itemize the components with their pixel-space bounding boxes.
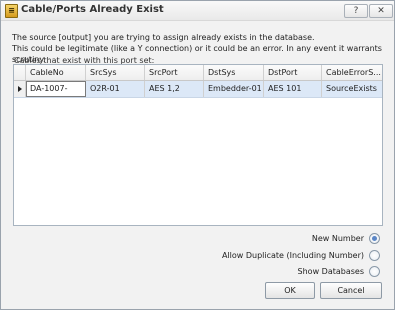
cables-grid[interactable]: CableNo SrcSys SrcPort DstSys DstPort Ca… bbox=[13, 64, 383, 226]
column-header-srcsys[interactable]: SrcSys bbox=[86, 65, 145, 80]
message-line-1: The source [output] you are trying to as… bbox=[12, 33, 315, 42]
cell-srcport[interactable]: AES 1,2 bbox=[145, 81, 204, 97]
radio-new-number[interactable] bbox=[369, 232, 380, 244]
column-header-cableerrorstatus[interactable]: CableErrorS... bbox=[322, 65, 382, 80]
header-row-indicator bbox=[14, 65, 26, 80]
option-allow-duplicate-label: Allow Duplicate (Including Number) bbox=[221, 250, 364, 260]
cell-dstport[interactable]: AES 101 bbox=[264, 81, 322, 97]
table-row[interactable]: DA-1007- O2R-01 AES 1,2 Embedder-01 AES … bbox=[14, 81, 382, 98]
app-icon: ≡ bbox=[5, 4, 18, 18]
cancel-button[interactable]: Cancel bbox=[320, 282, 382, 299]
current-row-arrow-icon bbox=[18, 86, 22, 92]
column-header-cableno[interactable]: CableNo bbox=[26, 65, 86, 80]
cell-cableno-editor[interactable]: DA-1007- bbox=[26, 81, 86, 97]
option-allow-duplicate[interactable]: Allow Duplicate (Including Number) bbox=[222, 249, 380, 261]
column-header-srcport[interactable]: SrcPort bbox=[145, 65, 204, 80]
cell-srcsys[interactable]: O2R-01 bbox=[86, 81, 145, 97]
dialog-window: ≡ Cable/Ports Already Exist ? ✕ The sour… bbox=[0, 0, 395, 310]
column-header-dstport[interactable]: DstPort bbox=[264, 65, 322, 80]
close-button[interactable]: ✕ bbox=[369, 4, 393, 18]
radio-show-databases[interactable] bbox=[369, 265, 380, 277]
grid-header: CableNo SrcSys SrcPort DstSys DstPort Ca… bbox=[14, 65, 382, 81]
option-new-number-label: New Number bbox=[311, 233, 364, 243]
dialog-title: Cable/Ports Already Exist bbox=[21, 4, 164, 15]
cell-cableerrorstatus[interactable]: SourceExists bbox=[322, 81, 382, 97]
option-show-databases-label: Show Databases bbox=[297, 266, 364, 276]
cell-dstsys[interactable]: Embedder-01 bbox=[204, 81, 264, 97]
ok-button[interactable]: OK bbox=[265, 282, 315, 299]
title-bar[interactable]: ≡ Cable/Ports Already Exist ? ✕ bbox=[1, 1, 394, 21]
column-header-dstsys[interactable]: DstSys bbox=[204, 65, 264, 80]
radio-allow-duplicate[interactable] bbox=[369, 249, 380, 261]
option-new-number[interactable]: New Number bbox=[312, 232, 380, 244]
help-button[interactable]: ? bbox=[344, 4, 368, 18]
option-show-databases[interactable]: Show Databases bbox=[298, 265, 380, 277]
row-indicator bbox=[14, 81, 26, 97]
